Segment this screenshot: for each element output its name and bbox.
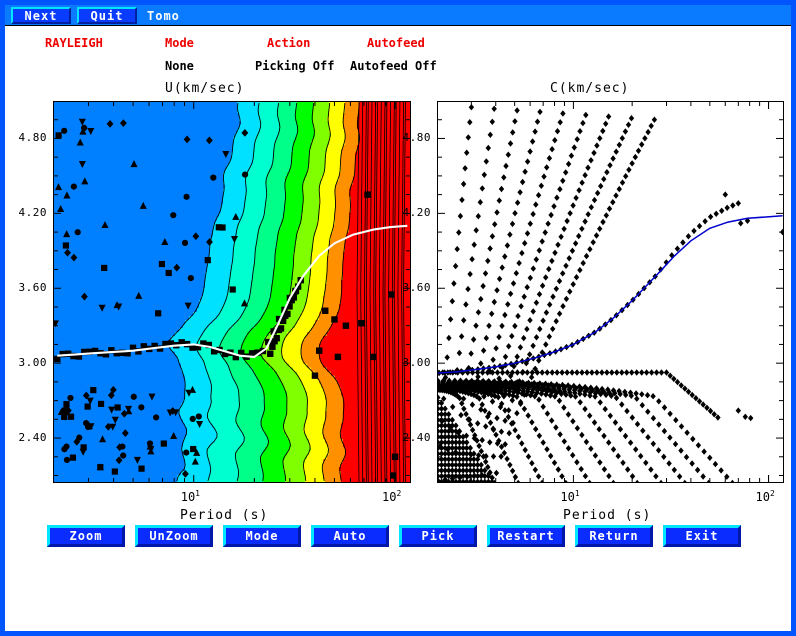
action-button-restart[interactable]: Restart (487, 525, 565, 547)
action-button-exit-label: Exit (685, 529, 719, 543)
left-y-tick-label: 3.60 (18, 281, 47, 295)
menu-button-quit-label: Quit (90, 8, 124, 23)
action-button-bar: Zoom UnZoom Mode Auto Pick Restart Return Exit (5, 525, 791, 555)
phase-velocity-plot[interactable] (437, 101, 784, 483)
action-button-exit[interactable]: Exit (663, 525, 741, 547)
right-plot-frame (437, 101, 784, 483)
right-x-axis-label: Period (s) (563, 508, 652, 523)
action-button-return[interactable]: Return (575, 525, 653, 547)
left-plot-frame (53, 101, 411, 483)
right-y-tick-label: 2.40 (402, 431, 431, 445)
group-velocity-plot[interactable] (53, 101, 411, 483)
left-y-tick-label: 2.40 (18, 431, 47, 445)
right-y-tick-label: 4.20 (402, 206, 431, 220)
right-x-tick-label: 102 (755, 489, 775, 504)
action-button-mode[interactable]: Mode (223, 525, 301, 547)
right-plot-title: C(km/sec) (550, 81, 630, 96)
action-button-auto[interactable]: Auto (311, 525, 389, 547)
left-y-tick-label: 4.20 (18, 206, 47, 220)
right-y-tick-label: 3.00 (402, 356, 431, 370)
action-button-pick-label: Pick (421, 529, 455, 543)
left-x-tick-label: 101 (180, 489, 200, 504)
action-button-zoom[interactable]: Zoom (47, 525, 125, 547)
app-name-label: Tomo (147, 9, 180, 23)
left-x-tick-label: 102 (382, 489, 402, 504)
action-button-zoom-label: Zoom (69, 529, 103, 543)
action-button-pick[interactable]: Pick (399, 525, 477, 547)
action-button-unzoom[interactable]: UnZoom (135, 525, 213, 547)
mode-header-label: Mode (165, 36, 194, 50)
application-window: Next Quit Tomo RAYLEIGH Mode Action Auto… (0, 0, 796, 636)
autofeed-status-value: Autofeed Off (350, 59, 437, 73)
action-button-return-label: Return (589, 529, 639, 543)
right-y-tick-label: 3.60 (402, 281, 431, 295)
action-button-unzoom-label: UnZoom (149, 529, 199, 543)
menu-button-quit[interactable]: Quit (77, 7, 137, 24)
menu-button-next-label: Next (24, 8, 58, 23)
menu-button-next[interactable]: Next (11, 7, 71, 24)
action-status-value: Picking Off (255, 59, 335, 73)
wave-type-label: RAYLEIGH (45, 36, 103, 50)
left-x-axis-label: Period (s) (180, 508, 269, 523)
right-y-tick-label: 4.80 (402, 131, 431, 145)
mode-status-value: None (165, 59, 194, 73)
left-plot-title: U(km/sec) (165, 81, 245, 96)
autofeed-header-label: Autofeed (367, 36, 425, 50)
action-button-mode-label: Mode (245, 529, 279, 543)
left-y-tick-label: 4.80 (18, 131, 47, 145)
left-y-tick-label: 3.00 (18, 356, 47, 370)
action-button-restart-label: Restart (497, 529, 555, 543)
right-x-tick-label: 101 (560, 489, 580, 504)
menu-bar: Next Quit Tomo (5, 5, 791, 26)
action-button-auto-label: Auto (333, 529, 367, 543)
action-header-label: Action (267, 36, 311, 50)
